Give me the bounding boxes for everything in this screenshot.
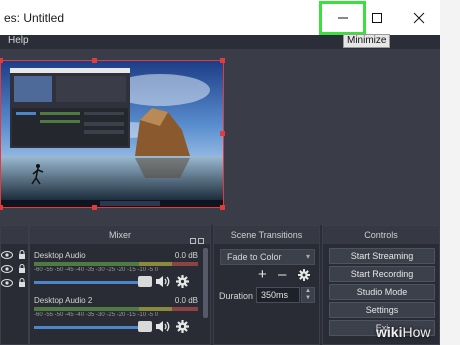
start-recording-button[interactable]: Start Recording: [329, 266, 435, 282]
maximize-icon: [372, 12, 382, 23]
preview-area: [0, 49, 440, 225]
mixer-dock: Mixer Desktop Audio 0.0 dB -60 -55 -50 -…: [29, 225, 211, 345]
background-window-edge: [440, 0, 460, 345]
window-title: es: Untitled: [4, 11, 65, 25]
wikihow-watermark: wikiHow: [376, 324, 430, 340]
plus-icon[interactable]: +: [258, 267, 267, 283]
gear-icon[interactable]: [176, 275, 189, 288]
channel-name: Desktop Audio: [34, 251, 86, 260]
mixer-scrollbar[interactable]: [203, 248, 208, 318]
sources-dock: [0, 225, 29, 345]
eye-icon[interactable]: [1, 279, 13, 287]
resize-handle[interactable]: [0, 58, 3, 63]
transition-select[interactable]: Fade to Color ▾: [220, 249, 315, 265]
channel-level: 0.0 dB: [174, 296, 198, 305]
scene-transitions-dock: Scene Transitions Fade to Color ▾ + – Du…: [213, 225, 320, 345]
close-icon: [413, 12, 425, 23]
gear-icon[interactable]: [176, 320, 189, 333]
lock-icon[interactable]: [18, 250, 26, 259]
start-streaming-button[interactable]: Start Streaming: [329, 248, 435, 264]
watermark-wiki: wiki: [376, 324, 403, 340]
audio-channel-desktop-audio-2: Desktop Audio 2 0.0 dB -60 -55 -50 -45 -…: [34, 296, 198, 336]
audio-meter: [34, 262, 198, 266]
meter-ticks: -60 -55 -50 -45 -40 -35 -30 -25 -20 -15 …: [34, 312, 159, 318]
minimize-icon: [337, 17, 348, 19]
duration-input[interactable]: 350ms: [256, 287, 300, 303]
eye-icon[interactable]: [1, 251, 13, 259]
volume-slider-thumb[interactable]: [138, 321, 152, 332]
source-selection-outline: [0, 60, 224, 208]
resize-handle[interactable]: [220, 131, 225, 136]
settings-button[interactable]: Settings: [329, 302, 435, 318]
channel-name: Desktop Audio 2: [34, 296, 93, 305]
duration-spinner[interactable]: ▲ ▼: [301, 287, 315, 303]
minimize-tooltip: Minimize: [343, 34, 391, 48]
audio-meter: [34, 307, 198, 311]
menu-help[interactable]: Help: [8, 35, 29, 46]
transitions-title: Scene Transitions: [214, 226, 319, 244]
mixer-title: Mixer: [30, 226, 210, 244]
title-bar: es: Untitled: [0, 0, 460, 35]
transition-selected-value: Fade to Color: [227, 252, 282, 262]
minus-icon[interactable]: –: [278, 267, 286, 283]
dock-header: [1, 226, 28, 244]
watermark-how: How: [402, 324, 431, 340]
duration-label: Duration: [219, 291, 254, 301]
resize-handle[interactable]: [92, 58, 97, 63]
close-button[interactable]: [398, 0, 440, 35]
maximize-button[interactable]: [356, 0, 398, 35]
channel-level: 0.0 dB: [174, 251, 198, 260]
gear-icon[interactable]: [298, 269, 310, 281]
audio-channel-desktop-audio: Desktop Audio 0.0 dB -60 -55 -50 -45 -40…: [34, 251, 198, 291]
volume-slider[interactable]: [34, 326, 152, 329]
controls-title: Controls: [323, 226, 439, 244]
eye-icon[interactable]: [1, 265, 13, 273]
studio-mode-button[interactable]: Studio Mode: [329, 284, 435, 300]
resize-handle[interactable]: [220, 58, 225, 63]
resize-handle[interactable]: [220, 205, 225, 210]
chevron-down-icon: ▾: [305, 252, 310, 261]
resize-handle[interactable]: [92, 205, 97, 210]
speaker-icon[interactable]: [155, 275, 171, 288]
meter-ticks: -60 -55 -50 -45 -40 -35 -30 -25 -20 -15 …: [34, 267, 159, 273]
dock-float-icons[interactable]: [188, 231, 206, 244]
lock-icon[interactable]: [18, 264, 26, 273]
volume-slider-thumb[interactable]: [138, 276, 152, 287]
volume-slider[interactable]: [34, 281, 152, 284]
speaker-icon[interactable]: [155, 320, 171, 333]
resize-handle[interactable]: [0, 205, 3, 210]
lock-icon[interactable]: [18, 278, 26, 287]
